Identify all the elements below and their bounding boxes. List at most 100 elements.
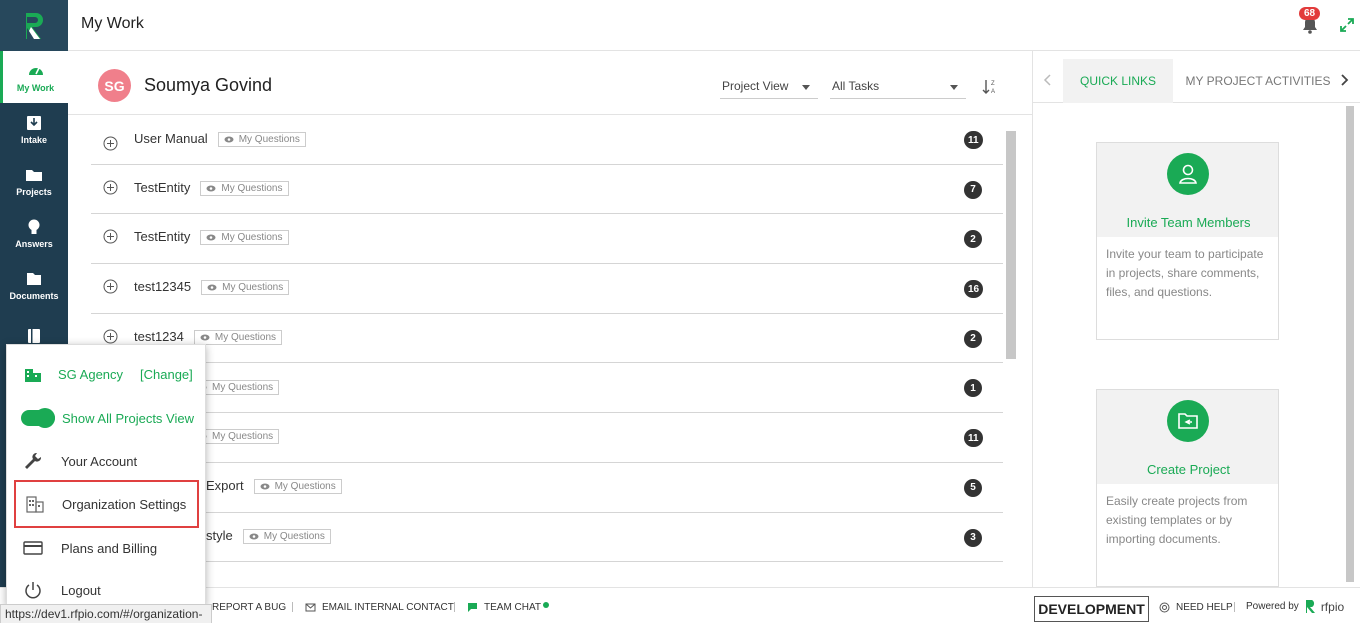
panel-scrollbar[interactable] (1346, 106, 1354, 582)
task-filter-value: All Tasks (832, 79, 880, 93)
card-title[interactable]: Create Project (1097, 462, 1280, 477)
my-questions-tag[interactable]: My Questions (200, 230, 289, 246)
task-filter-select[interactable]: All Tasks (830, 75, 966, 99)
team-chat-label: TEAM CHAT (484, 602, 542, 613)
list-scrollbar[interactable] (1006, 131, 1016, 359)
count-badge: 2 (964, 329, 982, 348)
tag-label: My Questions (212, 381, 274, 393)
nav-answers[interactable]: Answers (0, 207, 68, 259)
user-icon (1166, 153, 1209, 195)
expand-plus-icon[interactable] (103, 229, 118, 244)
project-title[interactable]: TestEntity (134, 229, 190, 244)
project-title[interactable]: test12345 (134, 279, 191, 294)
nav-documents[interactable]: Documents (0, 259, 68, 311)
agency-name: SG Agency (58, 366, 124, 382)
card-title[interactable]: Invite Team Members (1097, 215, 1280, 230)
expand-plus-icon[interactable] (103, 279, 118, 294)
email-icon (305, 603, 316, 612)
list-item[interactable]: Export My Questions 5 (91, 463, 1003, 513)
project-title[interactable]: TestEntity (134, 180, 190, 195)
project-title[interactable]: style (206, 528, 233, 543)
agency-row: SG Agency [Change] (7, 354, 207, 394)
my-questions-tag[interactable]: My Questions (253, 478, 342, 494)
tag-label: My Questions (263, 530, 325, 542)
chevron-down-icon (802, 85, 810, 90)
project-list: User Manual My Questions 11 TestEntity My … (91, 115, 1003, 563)
create-project-card[interactable]: Create Project Easily create projects fr… (1096, 389, 1279, 587)
expand-plus-icon[interactable] (103, 136, 118, 151)
list-item[interactable]: My Questions 1 (91, 363, 1003, 414)
chevron-right-icon[interactable] (1339, 73, 1349, 87)
project-title[interactable]: Export (206, 478, 244, 493)
wrench-icon (25, 452, 42, 469)
organization-icon (26, 496, 44, 513)
credit-card-icon (23, 541, 43, 555)
chat-icon (468, 603, 477, 612)
need-help-link[interactable]: NEED HELP (1159, 602, 1233, 613)
report-bug-link[interactable]: REPORT A BUG (212, 602, 286, 613)
divider (1234, 602, 1235, 612)
menu-label: Plans and Billing (61, 540, 158, 556)
tab-quick-links[interactable]: QUICK LINKS (1063, 59, 1173, 103)
count-badge: 2 (964, 230, 982, 249)
my-questions-tag[interactable]: My Questions (217, 132, 306, 148)
count-badge: 1 (964, 379, 982, 398)
list-item[interactable]: style My Questions 3 (91, 513, 1003, 563)
tag-label: My Questions (214, 331, 277, 343)
invite-team-card[interactable]: Invite Team Members Invite your team to … (1096, 142, 1279, 340)
expand-plus-icon[interactable] (103, 329, 118, 344)
menu-item-your-account[interactable]: Your Account (7, 441, 207, 481)
list-item[interactable]: TestEntity My Questions 2 (91, 214, 1003, 265)
list-item[interactable]: User Manual My Questions 11 (91, 115, 1003, 165)
menu-item-organization-settings[interactable]: Organization Settings (14, 480, 199, 528)
count-badge: 5 (964, 478, 982, 497)
rfpio-logo-icon (1305, 600, 1315, 613)
environment-badge: DEVELOPMENT (1034, 596, 1149, 622)
my-questions-tag[interactable]: My Questions (200, 180, 289, 196)
eye-icon (200, 334, 210, 341)
list-item[interactable]: test12345 My Questions 16 (91, 264, 1003, 314)
nav-my-work[interactable]: My Work (0, 51, 68, 103)
list-item[interactable]: test1234 My Questions 2 (91, 314, 1003, 364)
project-view-value: Project View (722, 79, 789, 93)
my-questions-tag[interactable]: My Questions (193, 329, 283, 345)
list-item[interactable]: TestEntity My Questions 7 (91, 165, 1003, 215)
project-title[interactable]: User Manual (134, 131, 208, 146)
show-all-projects-toggle[interactable] (21, 408, 55, 428)
nav-intake[interactable]: Intake (0, 103, 68, 155)
folder-icon (26, 169, 42, 181)
tag-label: My Questions (221, 232, 283, 244)
eye-icon (206, 185, 216, 192)
expand-icon[interactable] (1340, 18, 1354, 32)
email-contact-link[interactable]: EMAIL INTERNAL CONTACT (305, 602, 454, 613)
svg-text:Z: Z (991, 81, 995, 87)
report-bug-label: REPORT A BUG (212, 602, 287, 613)
sort-icon[interactable]: ZA (982, 78, 998, 96)
nav-projects[interactable]: Projects (0, 155, 68, 207)
list-item[interactable]: My Questions 11 (91, 413, 1003, 463)
menu-item-plans-billing[interactable]: Plans and Billing (7, 528, 207, 568)
nav-label: Projects (16, 186, 52, 197)
my-questions-tag[interactable]: My Questions (201, 280, 290, 296)
tag-label: My Questions (222, 282, 284, 294)
count-badge: 16 (964, 280, 984, 299)
eye-icon (249, 533, 259, 540)
chevron-left-icon[interactable] (1043, 73, 1053, 87)
expand-plus-icon[interactable] (103, 180, 118, 195)
project-title[interactable]: test1234 (134, 329, 184, 344)
brand-name: rfpio (1320, 599, 1345, 614)
rfpio-logo[interactable] (0, 0, 68, 51)
quick-links-panel: QUICK LINKS MY PROJECT ACTIVITIES Invite… (1032, 51, 1360, 587)
email-contact-label: EMAIL INTERNAL CONTACT (322, 602, 454, 613)
dashboard-icon (28, 67, 43, 75)
project-view-select[interactable]: Project View (720, 75, 818, 99)
team-chat-link[interactable]: TEAM CHAT (467, 601, 550, 613)
tab-my-project-activities[interactable]: MY PROJECT ACTIVITIES (1183, 59, 1333, 103)
show-all-projects-row[interactable]: Show All Projects View (7, 398, 207, 438)
card-description: Invite your team to participate in proje… (1106, 247, 1264, 299)
change-agency-link[interactable]: [Change] (140, 367, 193, 382)
user-name: Soumya Govind (144, 75, 273, 95)
my-questions-tag[interactable]: My Questions (242, 528, 331, 544)
my-work-panel: SG Soumya Govind Project View All Tasks … (68, 51, 1032, 587)
count-badge: 11 (964, 429, 983, 448)
